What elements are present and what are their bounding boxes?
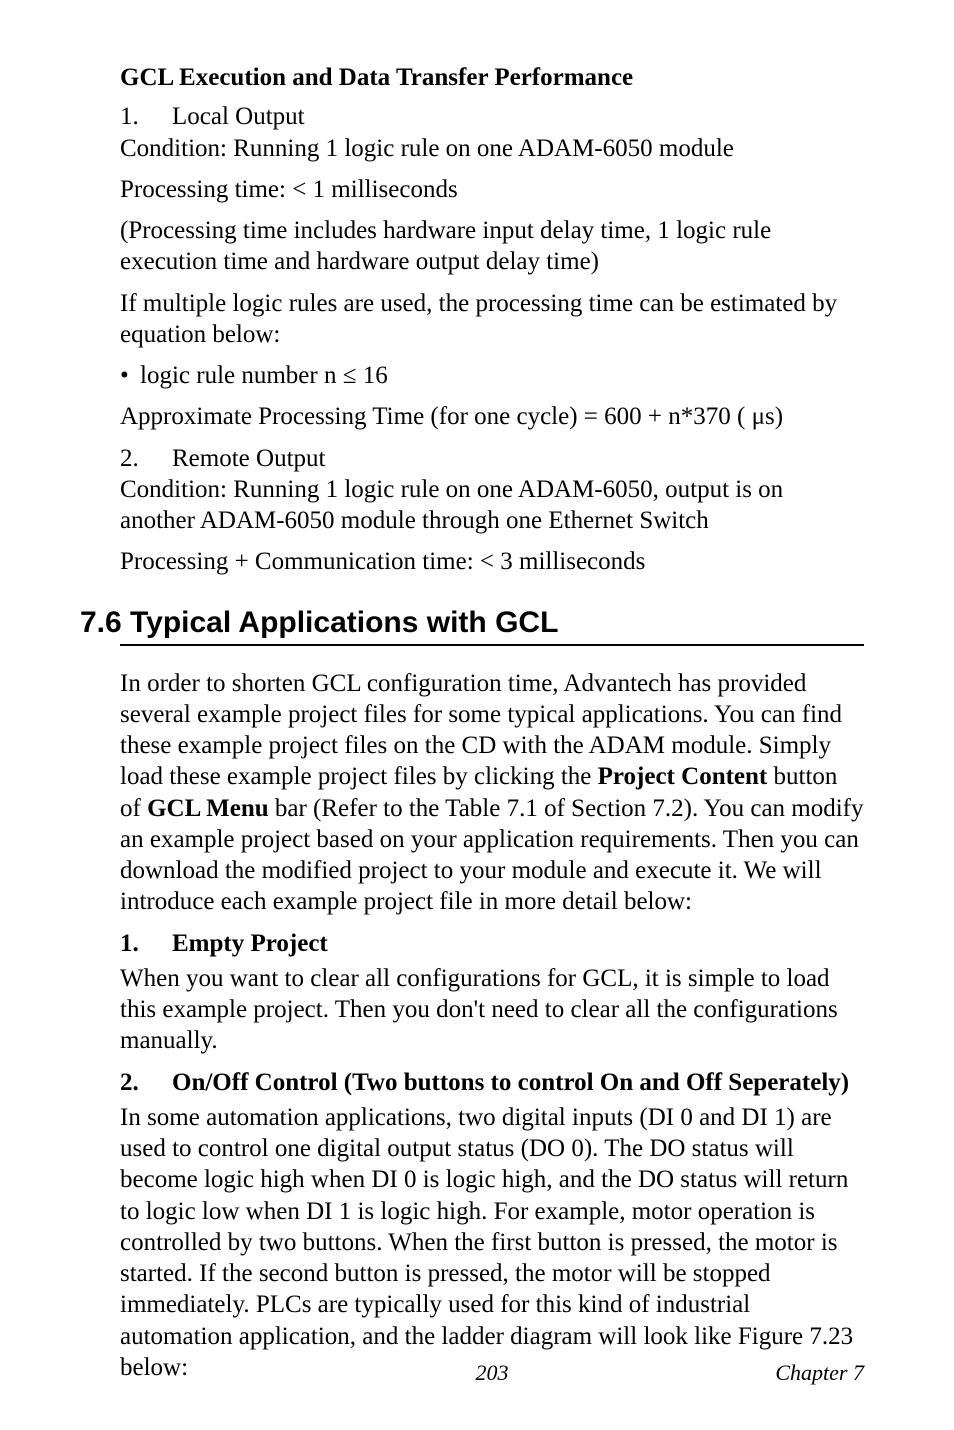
onoff-control-heading: 2. On/Off Control (Two buttons to contro… xyxy=(120,1067,864,1098)
processing-note: (Processing time includes hardware input… xyxy=(120,215,864,278)
remote-output-item: 2. Remote Output xyxy=(120,443,864,474)
empty-project-label: Empty Project xyxy=(172,928,328,959)
empty-project-body: When you want to clear all configuration… xyxy=(120,963,864,1057)
remote-output-label: Remote Output xyxy=(172,443,325,474)
page-footer: 203 Chapter 7 xyxy=(120,1360,864,1386)
local-output-label: Local Output xyxy=(172,101,305,132)
multi-rule-intro: If multiple logic rules are used, the pr… xyxy=(120,288,864,351)
gcl-menu-bold: GCL Menu xyxy=(147,795,269,822)
section-divider xyxy=(120,644,864,646)
logic-rule-bullet: • logic rule number n ≤ 16 xyxy=(120,360,864,391)
bullet-icon: • xyxy=(120,360,140,391)
empty-project-heading: 1. Empty Project xyxy=(120,928,864,959)
remote-output-condition: Condition: Running 1 logic rule on one A… xyxy=(120,474,864,537)
gcl-perf-heading: GCL Execution and Data Transfer Performa… xyxy=(120,62,864,93)
onoff-control-body: In some automation applications, two dig… xyxy=(120,1102,864,1383)
section-intro-paragraph: In order to shorten GCL configuration ti… xyxy=(120,668,864,918)
logic-rule-text: logic rule number n ≤ 16 xyxy=(140,360,388,391)
list-number-1: 1. xyxy=(120,101,172,132)
footer-page-number: 203 xyxy=(120,1360,864,1386)
section-7-6-title: 7.6 Typical Applications with GCL xyxy=(80,606,864,640)
proc-comm-time: Processing + Communication time: < 3 mil… xyxy=(120,546,864,577)
local-output-condition: Condition: Running 1 logic rule on one A… xyxy=(120,133,864,164)
sub-number-2: 2. xyxy=(120,1067,172,1098)
processing-time: Processing time: < 1 milliseconds xyxy=(120,174,864,205)
list-number-2: 2. xyxy=(120,443,172,474)
page-body: GCL Execution and Data Transfer Performa… xyxy=(0,0,954,1430)
sub-number-1: 1. xyxy=(120,928,172,959)
approx-equation: Approximate Processing Time (for one cyc… xyxy=(120,401,864,432)
local-output-item: 1. Local Output xyxy=(120,101,864,132)
project-content-bold: Project Content xyxy=(598,763,768,790)
onoff-control-label: On/Off Control (Two buttons to control O… xyxy=(172,1067,849,1098)
